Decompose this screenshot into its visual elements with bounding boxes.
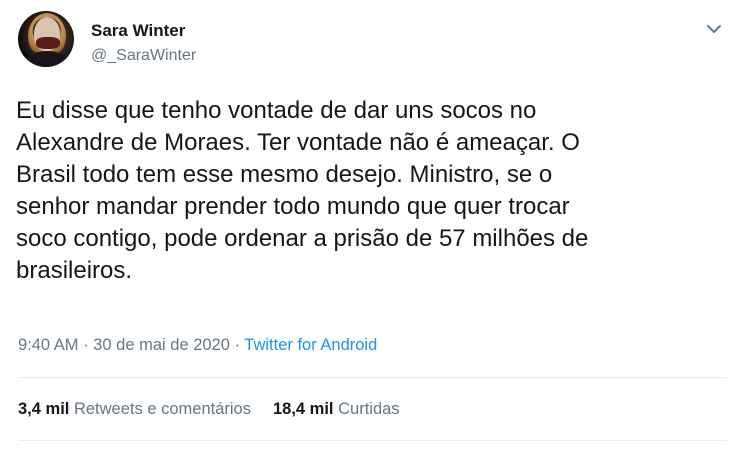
tweet-date[interactable]: 30 de mai de 2020 [93,336,230,354]
tweet-text-line: Brasil todo tem esse mesmo desejo. Minis… [16,161,553,188]
author-handle[interactable]: @_SaraWinter [91,47,196,65]
tweet-card: Sara Winter @_SaraWinter Eu disse que te… [0,0,741,457]
avatar[interactable] [18,11,74,67]
tweet-text-line: brasileiros. [16,257,133,284]
chevron-down-icon[interactable] [704,22,724,38]
meta-separator: · [78,336,94,354]
retweets-stat[interactable]: 3,4 mil Retweets e comentários [18,400,251,418]
divider [18,440,727,441]
divider [18,377,727,378]
tweet-text-line: Eu disse que tenho vontade de dar uns so… [16,97,537,124]
tweet-text: Eu disse que tenho vontade de dar uns so… [16,95,716,287]
tweet-time[interactable]: 9:40 AM [18,336,79,354]
retweets-label: Retweets e comentários [73,400,251,418]
tweet-text-line: soco contigo, pode ordenar a prisão de 5… [16,225,589,252]
author-name[interactable]: Sara Winter [91,21,185,41]
tweet-metadata: 9:40 AM · 30 de mai de 2020 · Twitter fo… [18,336,377,355]
likes-count: 18,4 mil [272,400,334,418]
retweets-count: 3,4 mil [18,400,70,418]
meta-separator: · [229,336,245,354]
tweet-stats: 3,4 mil Retweets e comentários 18,4 mil C… [18,400,400,419]
tweet-text-line: Alexandre de Moraes. Ter vontade não é a… [16,129,580,156]
likes-label: Curtidas [338,400,400,418]
avatar-body [26,51,68,67]
tweet-source-link[interactable]: Twitter for Android [244,336,377,354]
likes-stat[interactable]: 18,4 mil Curtidas [273,400,400,418]
tweet-text-line: senhor mandar prender todo mundo que que… [16,193,570,220]
avatar-hand [36,37,60,49]
